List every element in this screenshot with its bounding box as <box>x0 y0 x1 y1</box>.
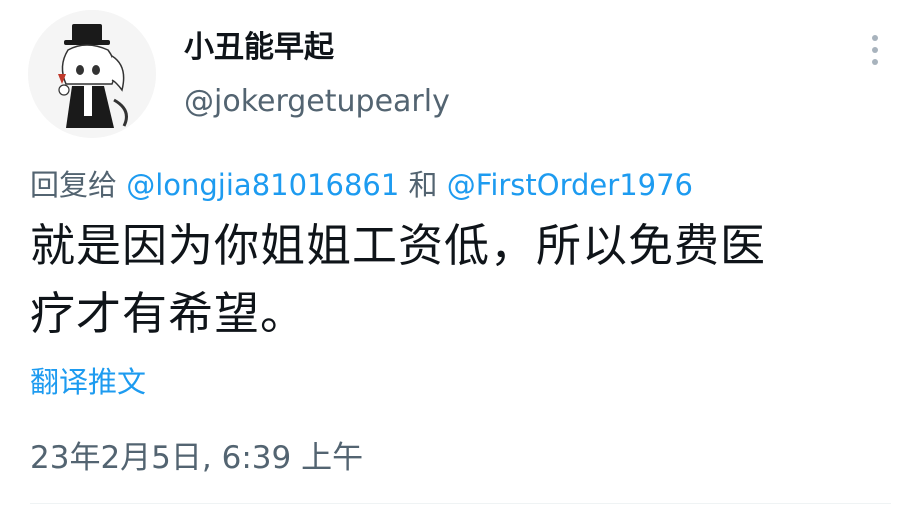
tweet-text-line-2: 疗才有希望。 <box>30 287 307 340</box>
avatar-image <box>28 10 156 138</box>
tweet-timestamp[interactable]: 23年2月5日, 6:39 上午 <box>30 436 363 480</box>
mention-link-1[interactable]: @longjia81016861 <box>126 168 399 202</box>
more-icon-dot <box>872 59 878 65</box>
mention-link-2[interactable]: @FirstOrder1976 <box>447 168 693 202</box>
display-name[interactable]: 小丑能早起 <box>184 28 334 68</box>
tweet-text: 就是因为你姐姐工资低，所以免费医 疗才有希望。 <box>30 212 880 348</box>
avatar[interactable] <box>28 10 156 138</box>
more-icon-dot <box>872 35 878 41</box>
tweet-card: 小丑能早起 @jokergetupearly 回复给 @longjia81016… <box>0 0 921 506</box>
more-icon-dot <box>872 47 878 53</box>
reply-prefix: 回复给 <box>30 168 127 202</box>
tweet-text-line-1: 就是因为你姐姐工资低，所以免费医 <box>30 219 767 272</box>
divider <box>30 503 891 504</box>
reply-context: 回复给 @longjia81016861 和 @FirstOrder1976 <box>30 165 693 205</box>
reply-conjunction: 和 <box>399 168 447 202</box>
more-icon[interactable] <box>858 28 892 72</box>
translate-tweet-link[interactable]: 翻译推文 <box>30 362 146 402</box>
user-handle[interactable]: @jokergetupearly <box>184 82 450 122</box>
